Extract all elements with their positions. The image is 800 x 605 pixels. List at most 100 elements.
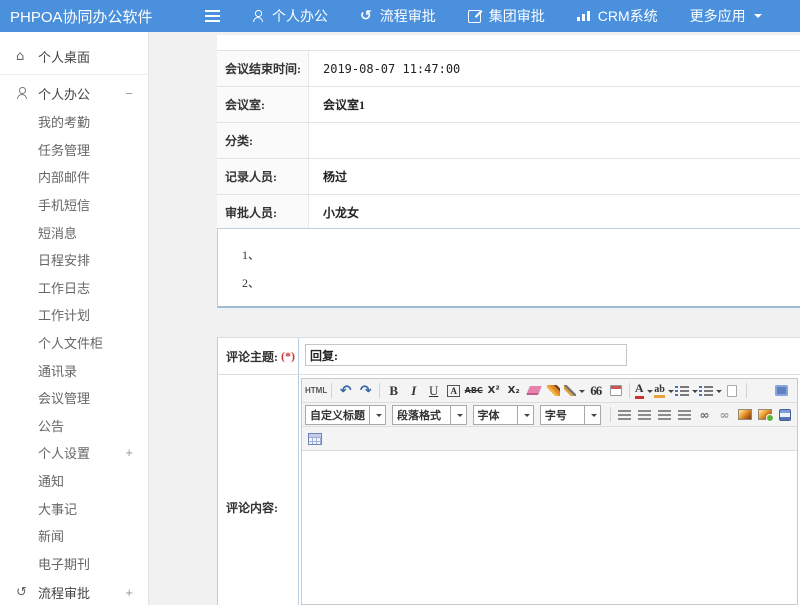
media-icon[interactable] bbox=[775, 405, 794, 424]
sidebar-item[interactable]: 任务管理 bbox=[0, 136, 148, 164]
nav-item-label: CRM系统 bbox=[598, 6, 658, 26]
sidebar-item-label: 公告 bbox=[38, 416, 64, 435]
redo-icon[interactable]: ↷ bbox=[356, 381, 375, 400]
comment-form-table: 评论主题: (*) 评论内容: HTML↶↷BIUAABCX²X₂66Aab 自… bbox=[217, 337, 800, 605]
subscript-icon[interactable]: X₂ bbox=[504, 381, 523, 400]
new-page-icon[interactable] bbox=[723, 381, 742, 400]
editor-toolbar-row1: HTML↶↷BIUAABCX²X₂66Aab bbox=[302, 379, 797, 403]
nav-item-workflow-approval[interactable]: ↺流程审批 bbox=[360, 6, 436, 26]
sidebar-item[interactable]: 短消息 bbox=[0, 218, 148, 246]
italic-icon[interactable]: I bbox=[404, 381, 423, 400]
nav-item-label: 个人办公 bbox=[272, 6, 328, 26]
fullscreen-icon[interactable] bbox=[772, 381, 791, 400]
sidebar-item-label: 个人设置 bbox=[38, 443, 90, 462]
nav-item-personal-office[interactable]: 个人办公 bbox=[252, 6, 328, 26]
nav-item-crm-system[interactable]: CRM系统 bbox=[577, 6, 658, 26]
sidebar-item[interactable]: 内部邮件 bbox=[0, 163, 148, 191]
toolbar-separator bbox=[331, 383, 332, 398]
image-icon[interactable] bbox=[735, 405, 754, 424]
sidebar-item[interactable]: 个人设置 + bbox=[0, 439, 148, 467]
sidebar-item-personal-office[interactable]: 个人办公 − bbox=[0, 78, 148, 108]
remove-format-icon[interactable] bbox=[524, 381, 543, 400]
collapse-icon[interactable]: − bbox=[125, 86, 133, 101]
list-style-icon bbox=[564, 385, 576, 396]
sidebar-item[interactable]: 通知 bbox=[0, 467, 148, 495]
font-family-select[interactable]: 字体 bbox=[473, 405, 534, 425]
sidebar-item[interactable]: 日程安排 bbox=[0, 246, 148, 274]
sidebar-item[interactable]: 工作计划 bbox=[0, 301, 148, 329]
underline-icon: U bbox=[429, 383, 438, 399]
rich-text-editor: HTML↶↷BIUAABCX²X₂66Aab 自定义标题段落格式字体字号∞∞ bbox=[301, 378, 798, 605]
sidebar-item[interactable]: 公告 bbox=[0, 412, 148, 440]
html-source-button: HTML bbox=[305, 386, 327, 395]
html-source-button[interactable]: HTML bbox=[305, 381, 327, 400]
workflow-icon: ↺ bbox=[360, 9, 372, 23]
underline-icon[interactable]: U bbox=[424, 381, 443, 400]
align-justify-icon[interactable] bbox=[675, 405, 694, 424]
caret-down-icon bbox=[517, 406, 533, 424]
nav-item-more-apps[interactable]: 更多应用 bbox=[690, 6, 762, 26]
nav-item-group-approval[interactable]: 集团审批 bbox=[468, 6, 545, 26]
sidebar-item[interactable]: 工作日志 bbox=[0, 274, 148, 302]
strikethrough-icon[interactable]: ABC bbox=[464, 381, 483, 400]
expand-icon[interactable]: + bbox=[125, 585, 133, 600]
align-right-icon[interactable] bbox=[655, 405, 674, 424]
sidebar-item-label: 手机短信 bbox=[38, 195, 90, 214]
sidebar-item[interactable]: 电子期刊 bbox=[0, 550, 148, 578]
sidebar-item[interactable]: 会议管理 bbox=[0, 384, 148, 412]
highlight-color-icon[interactable]: ab bbox=[654, 381, 674, 400]
sidebar-item-desktop[interactable]: ⌂ 个人桌面 bbox=[0, 41, 148, 71]
superscript-icon[interactable]: X² bbox=[484, 381, 503, 400]
blockquote-icon[interactable]: 66 bbox=[586, 381, 605, 400]
field-value: 会议室1 bbox=[309, 87, 800, 122]
insert-image-icon bbox=[758, 409, 772, 420]
align-center-icon[interactable] bbox=[635, 405, 654, 424]
italic-icon: I bbox=[411, 383, 416, 399]
comment-subject-input[interactable] bbox=[305, 344, 627, 366]
sidebar-item-label: 电子期刊 bbox=[38, 554, 90, 573]
insert-image-icon[interactable] bbox=[755, 405, 774, 424]
fullscreen-icon bbox=[775, 385, 788, 396]
paragraph-format-select[interactable]: 段落格式 bbox=[392, 405, 467, 425]
expand-icon[interactable]: + bbox=[125, 445, 133, 460]
font-color-icon: A bbox=[635, 382, 644, 398]
sidebar-item-workflow-approval[interactable]: ↺ 流程审批 + bbox=[0, 577, 148, 605]
font-color-icon[interactable]: A bbox=[634, 381, 653, 400]
bold-icon: B bbox=[389, 383, 398, 399]
select-label: 字体 bbox=[474, 407, 517, 423]
table-icon[interactable] bbox=[305, 429, 324, 448]
home-icon: ⌂ bbox=[16, 49, 34, 64]
unordered-list-icon[interactable] bbox=[699, 381, 722, 400]
caret-down-icon bbox=[668, 390, 674, 396]
unlink-icon[interactable]: ∞ bbox=[715, 405, 734, 424]
person-icon bbox=[252, 10, 264, 22]
sidebar-item[interactable]: 大事记 bbox=[0, 494, 148, 522]
list-style-icon[interactable] bbox=[564, 381, 585, 400]
toolbar-separator bbox=[629, 383, 630, 398]
font-size-select[interactable]: 字号 bbox=[540, 405, 601, 425]
custom-title-select[interactable]: 自定义标题 bbox=[305, 405, 386, 425]
sidebar-item[interactable]: 手机短信 bbox=[0, 191, 148, 219]
editor-toolbar-row3 bbox=[302, 427, 797, 451]
sidebar-item[interactable]: 新闻 bbox=[0, 522, 148, 550]
link-icon[interactable]: ∞ bbox=[695, 405, 714, 424]
table-row: 分类: bbox=[217, 123, 800, 159]
nav-item-label: 集团审批 bbox=[489, 6, 545, 26]
sidebar-item-label: 个人办公 bbox=[38, 84, 90, 103]
bold-icon[interactable]: B bbox=[384, 381, 403, 400]
undo-icon[interactable]: ↶ bbox=[336, 381, 355, 400]
insert-date-icon[interactable] bbox=[606, 381, 625, 400]
menu-icon[interactable] bbox=[202, 6, 222, 26]
editor-content-area[interactable] bbox=[302, 451, 797, 604]
ordered-list-icon[interactable] bbox=[675, 381, 698, 400]
align-left-icon[interactable] bbox=[615, 405, 634, 424]
toolbar-separator bbox=[610, 407, 611, 422]
table-row-partial bbox=[217, 35, 800, 51]
char-border-icon[interactable]: A bbox=[444, 381, 463, 400]
field-label: 分类: bbox=[217, 123, 309, 158]
field-label: 会议结束时间: bbox=[217, 51, 309, 86]
sidebar-item[interactable]: 通讯录 bbox=[0, 356, 148, 384]
sidebar-item[interactable]: 我的考勤 bbox=[0, 108, 148, 136]
sidebar-item[interactable]: 个人文件柜 bbox=[0, 329, 148, 357]
format-painter-icon[interactable] bbox=[544, 381, 563, 400]
